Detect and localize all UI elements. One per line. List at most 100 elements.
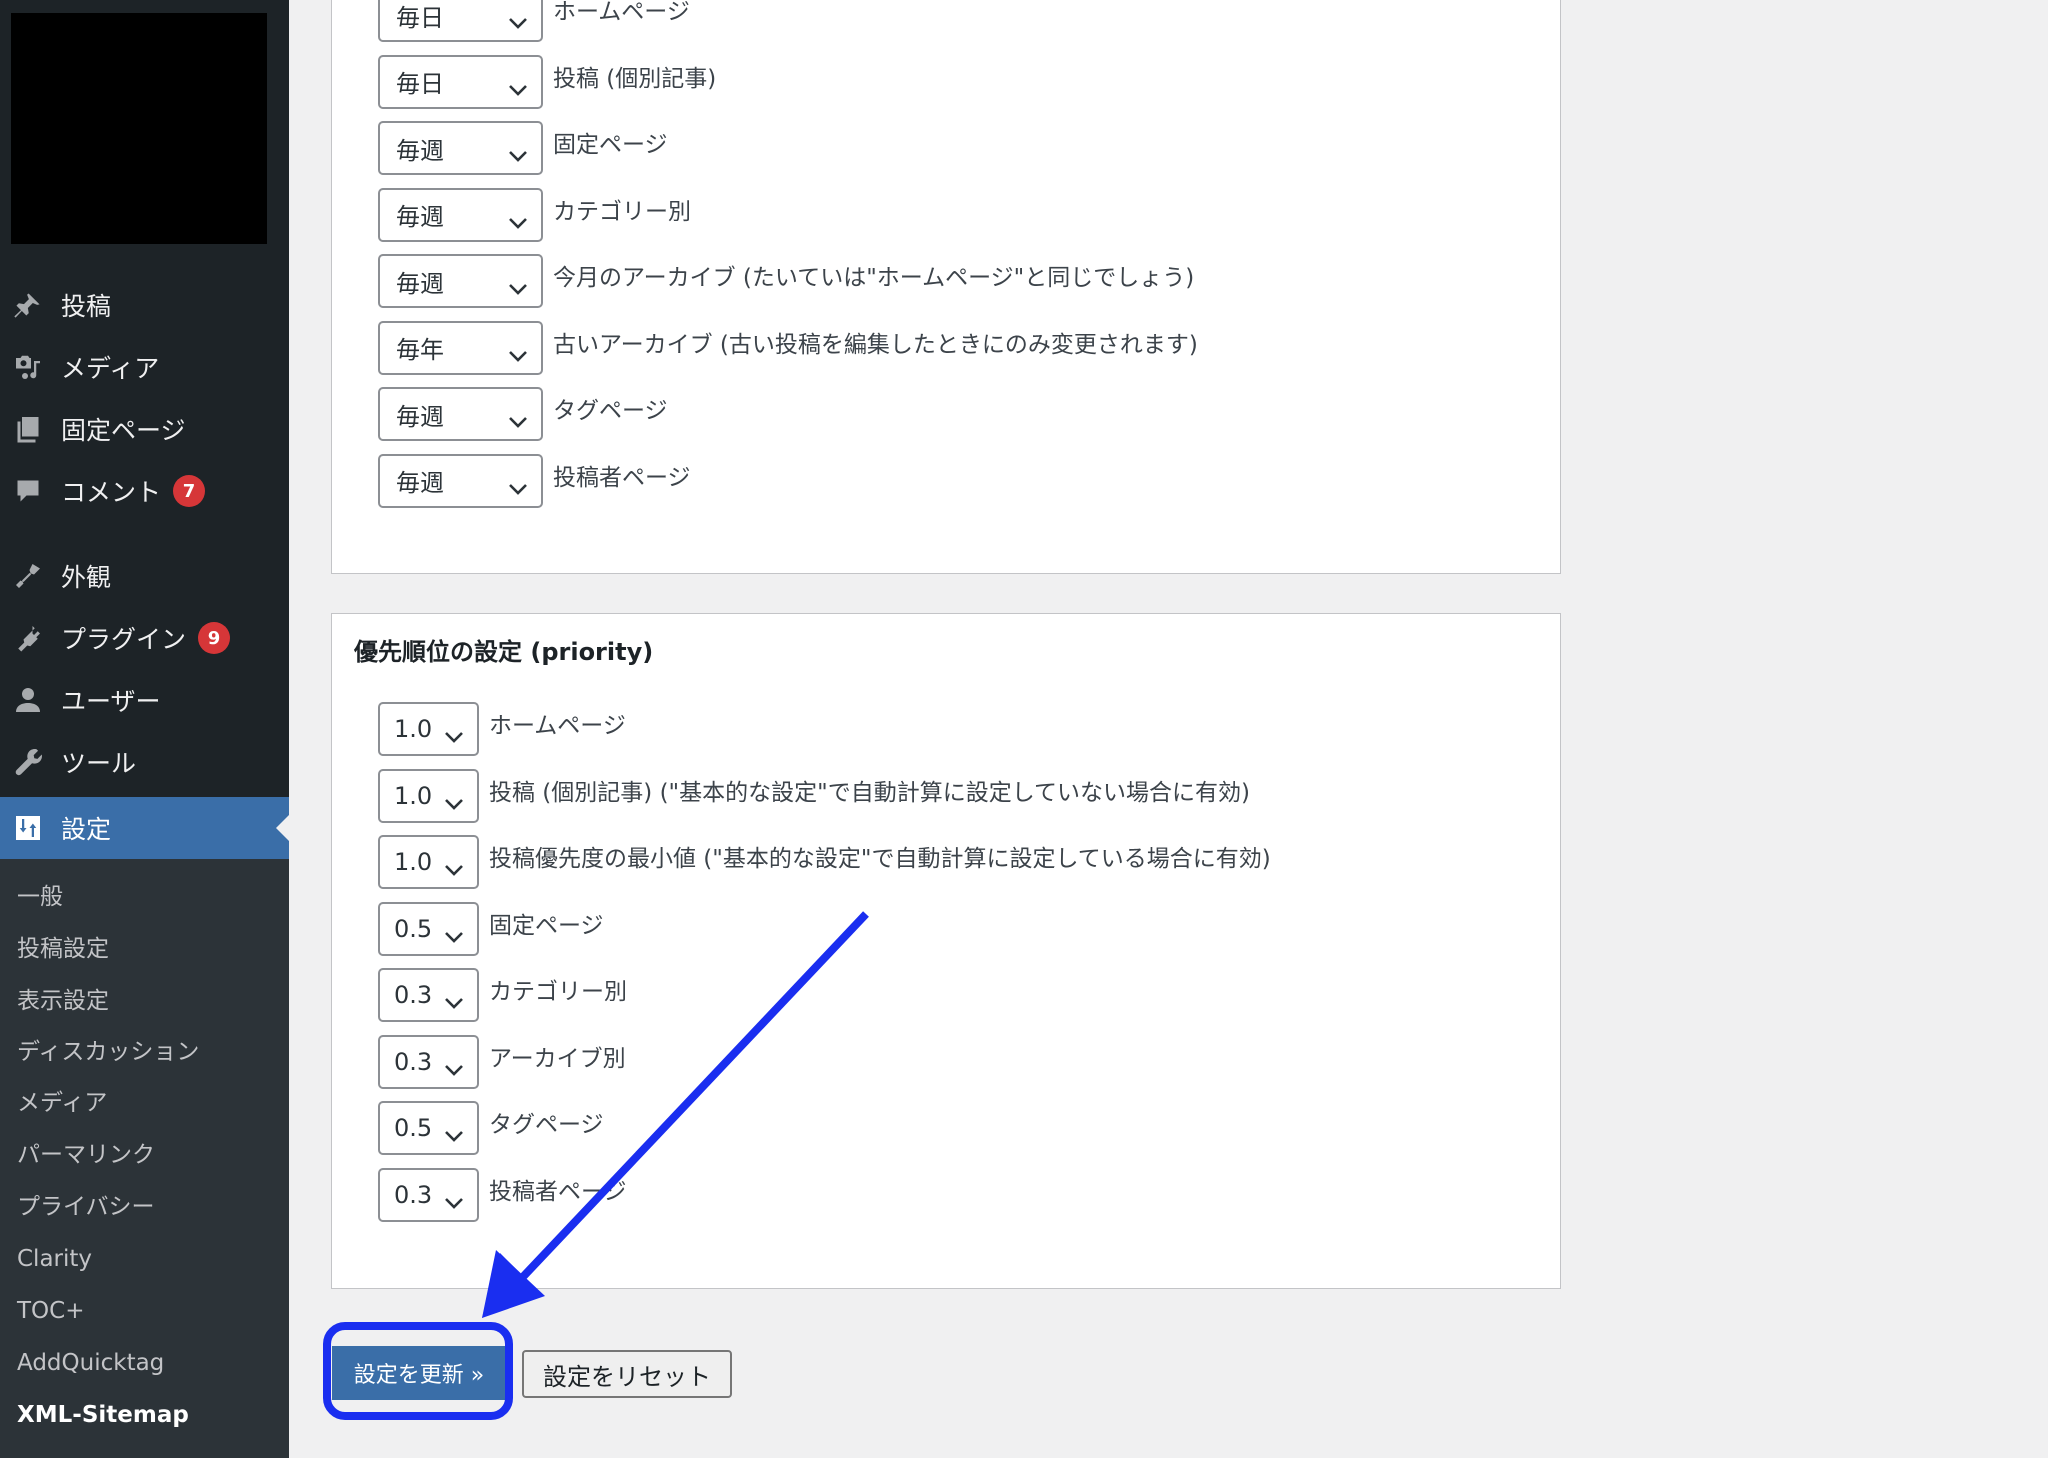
submenu-clarity[interactable]: Clarity	[17, 1239, 92, 1279]
brush-icon	[12, 560, 44, 592]
chevron-down-icon	[443, 988, 465, 1009]
pin-icon	[12, 289, 44, 321]
chevron-down-icon	[507, 75, 529, 96]
value-select[interactable]: 毎週	[378, 254, 543, 308]
setting-row: 0.5 タグページ	[378, 1101, 604, 1155]
value-select[interactable]: 毎日	[378, 54, 543, 109]
value-select[interactable]: 毎週	[378, 187, 543, 242]
change-frequency-panel: 毎日 ホームページ 毎日 投稿 (個別記事) 毎週 固定ページ 毎週 カテゴリー別 毎週 今月のア…	[331, 0, 1561, 574]
value-select[interactable]: 毎日	[378, 0, 543, 42]
value-select[interactable]: 0.5	[378, 901, 479, 956]
selected-value: 毎週	[396, 469, 444, 497]
chevron-down-icon	[443, 1188, 465, 1209]
selected-value: 毎週	[396, 203, 444, 231]
setting-label: タグページ	[553, 398, 668, 424]
menu-item-pages[interactable]: 固定ページ	[0, 398, 289, 460]
value-select[interactable]: 0.3	[378, 1167, 479, 1222]
menu-item-posts[interactable]: 投稿	[0, 274, 289, 336]
setting-row: 毎週 固定ページ	[378, 121, 668, 175]
update-settings-button[interactable]: 設定を更新 »	[332, 1346, 506, 1400]
redacted-logo	[11, 13, 267, 244]
setting-label: 古いアーカイブ (古い投稿を編集したときにのみ変更されます)	[553, 331, 1198, 358]
setting-label: 今月のアーカイブ (たいていは"ホームページ"と同じでしょう)	[553, 265, 1195, 291]
active-indicator	[276, 815, 289, 841]
selected-value: 1.0	[394, 781, 433, 810]
submenu-media[interactable]: メディア	[17, 1083, 107, 1123]
chevron-down-icon	[443, 789, 465, 810]
value-select[interactable]: 毎週	[378, 453, 543, 508]
value-select[interactable]: 0.3	[378, 1034, 479, 1089]
menu-item-comments[interactable]: コメント 7	[0, 460, 289, 522]
priority-panel: 優先順位の設定 (priority) 1.0 ホームページ 1.0 投稿 (個別記事)…	[331, 613, 1561, 1289]
submenu-general[interactable]: 一般	[17, 877, 63, 917]
value-select[interactable]: 0.3	[378, 968, 479, 1022]
menu-item-media[interactable]: メディア	[0, 336, 289, 398]
value-select[interactable]: 毎年	[378, 320, 543, 375]
value-select[interactable]: 1.0	[378, 835, 479, 889]
selected-value: 毎年	[396, 336, 444, 364]
menu-item-appearance[interactable]: 外観	[0, 545, 289, 607]
priority-panel-title: 優先順位の設定 (priority)	[354, 638, 654, 666]
reset-settings-button[interactable]: 設定をリセット	[522, 1350, 732, 1398]
plugin-icon	[12, 622, 44, 654]
menu-label: ユーザー	[61, 687, 161, 716]
value-select[interactable]: 1.0	[378, 768, 479, 823]
comment-count-badge: 7	[173, 475, 206, 507]
setting-row: 毎週 投稿者ページ	[378, 453, 691, 508]
setting-row: 毎日 ホームページ	[378, 0, 690, 42]
setting-row: 毎日 投稿 (個別記事)	[378, 54, 717, 109]
setting-row: 0.3 カテゴリー別	[378, 968, 627, 1022]
submenu-addquicktag[interactable]: AddQuicktag	[17, 1343, 164, 1383]
setting-label: 固定ページ	[489, 912, 604, 939]
submenu-writing[interactable]: 投稿設定	[17, 929, 109, 969]
settings-submenu: 一般 投稿設定 表示設定 ディスカッション メディア パーマリンク プライバシー…	[0, 859, 289, 1458]
menu-label: プラグイン	[61, 625, 187, 654]
submenu-xml-sitemap[interactable]: XML-Sitemap	[17, 1395, 189, 1435]
selected-value: 0.3	[394, 1047, 433, 1076]
setting-row: 0.3 アーカイブ別	[378, 1034, 626, 1089]
menu-label: 設定	[61, 815, 112, 844]
setting-row: 1.0 投稿優先度の最小値 ("基本的な設定"で自動計算に設定している場合に有効)	[378, 835, 1271, 889]
setting-label: カテゴリー別	[489, 979, 627, 1005]
selected-value: 0.3	[394, 1180, 433, 1209]
value-select[interactable]: 毎週	[378, 121, 543, 175]
setting-label: アーカイブ別	[489, 1045, 626, 1072]
setting-label: 固定ページ	[553, 132, 668, 158]
menu-label: ツール	[61, 749, 137, 778]
value-select[interactable]: 毎週	[378, 387, 543, 441]
setting-row: 毎週 カテゴリー別	[378, 187, 691, 242]
menu-item-plugins[interactable]: プラグイン 9	[0, 607, 289, 669]
submenu-discussion[interactable]: ディスカッション	[17, 1032, 199, 1072]
submenu-privacy[interactable]: プライバシー	[17, 1187, 155, 1227]
selected-value: 0.5	[394, 914, 433, 943]
value-select[interactable]: 1.0	[378, 702, 479, 756]
comment-icon	[12, 475, 44, 507]
setting-label: 投稿 (個別記事) ("基本的な設定"で自動計算に設定していない場合に有効)	[489, 779, 1250, 806]
value-select[interactable]: 0.5	[378, 1101, 479, 1155]
setting-row: 毎年 古いアーカイブ (古い投稿を編集したときにのみ変更されます)	[378, 320, 1198, 375]
selected-value: 毎日	[396, 70, 444, 98]
menu-item-tools[interactable]: ツール	[0, 731, 289, 793]
chevron-down-icon	[507, 341, 529, 362]
plugin-update-badge: 9	[198, 622, 231, 654]
menu-item-settings[interactable]: 設定	[0, 797, 289, 859]
setting-label: カテゴリー別	[553, 198, 691, 225]
setting-label: 投稿 (個別記事)	[553, 65, 717, 92]
selected-value: 毎週	[396, 136, 444, 165]
settings-icon	[12, 812, 44, 844]
chevron-down-icon	[507, 8, 529, 29]
setting-label: ホームページ	[553, 0, 690, 25]
chevron-down-icon	[507, 274, 529, 295]
menu-item-users[interactable]: ユーザー	[0, 669, 289, 731]
submenu-permalinks[interactable]: パーマリンク	[17, 1135, 155, 1175]
chevron-down-icon	[507, 407, 529, 428]
user-icon	[12, 684, 44, 716]
setting-label: ホームページ	[489, 713, 626, 739]
submenu-reading[interactable]: 表示設定	[17, 981, 109, 1021]
setting-label: 投稿者ページ	[489, 1178, 627, 1205]
submenu-toc[interactable]: TOC+	[17, 1291, 84, 1331]
menu-label: 固定ページ	[61, 416, 186, 445]
chevron-down-icon	[443, 855, 465, 876]
media-icon	[12, 351, 44, 383]
pages-icon	[12, 413, 44, 445]
